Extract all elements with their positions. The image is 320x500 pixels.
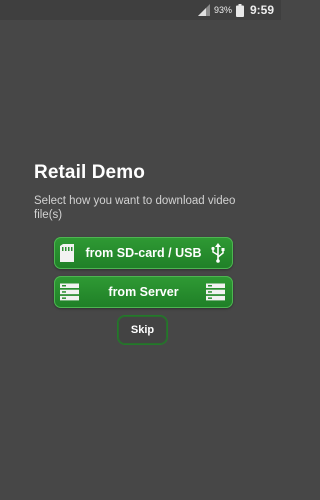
skip-button[interactable]: Skip: [117, 315, 168, 345]
status-area: 93% 9:59: [197, 2, 274, 18]
from-sd-card-usb-button[interactable]: from SD-card / USB: [54, 237, 233, 269]
sd-card-icon: [60, 244, 74, 262]
server-icon: [60, 283, 79, 301]
from-server-button[interactable]: from Server: [54, 276, 233, 308]
battery-percent: 93%: [213, 5, 232, 15]
clock: 9:59: [249, 3, 274, 17]
button-label: from SD-card / USB: [85, 246, 202, 260]
server-icon: [206, 283, 225, 301]
usb-icon: [211, 243, 225, 263]
button-label: Skip: [130, 324, 155, 336]
button-label: from Server: [108, 285, 179, 299]
page-title: Retail Demo: [34, 162, 145, 183]
signal-icon: [197, 4, 210, 16]
instructions-text: Select how you want to download video fi…: [34, 195, 236, 221]
battery-icon: [235, 3, 244, 17]
status-bar: 93% 9:59: [0, 0, 281, 20]
